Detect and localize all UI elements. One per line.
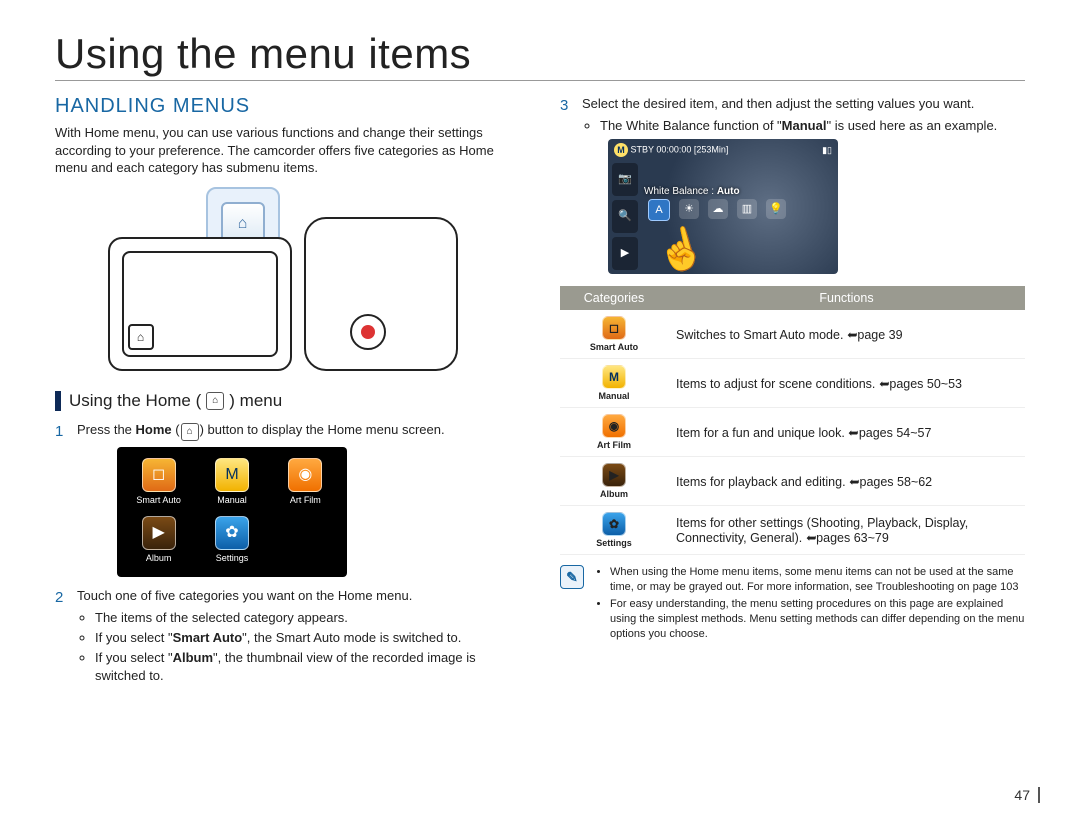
note-item: For easy understanding, the menu setting… [610, 597, 1025, 642]
camcorder-figure: ⌂ ⌂ [108, 187, 468, 377]
white-balance-screen: M STBY 00:00:00 [253Min] ▮▯ 📷 🔍 ▶ White … [608, 139, 838, 274]
art-film-icon: ◉ [602, 414, 626, 438]
bullet: If you select "Album", the thumbnail vie… [95, 649, 520, 685]
side-tab-zoom-icon: 🔍 [612, 200, 638, 233]
smart-auto-icon: ◻︎ [142, 458, 176, 492]
camcorder-body [304, 217, 458, 371]
table-row: ◉Art Film Item for a fun and unique look… [560, 408, 1025, 457]
note-item: When using the Home menu items, some men… [610, 565, 1025, 595]
manual-mode-badge: M [614, 143, 628, 157]
bullet: If you select "Smart Auto", the Smart Au… [95, 629, 520, 647]
camcorder-lcd: ⌂ [108, 237, 292, 371]
bullet: The White Balance function of "Manual" i… [600, 117, 1025, 135]
chapter-title: Using the menu items [55, 30, 1025, 81]
subsection-title: Using the Home (⌂) menu [55, 391, 520, 411]
table-header-categories: Categories [560, 286, 668, 310]
side-tab-play-icon: ▶ [612, 237, 638, 270]
page-number: 47 [1014, 787, 1040, 803]
step-3: 3 Select the desired item, and then adju… [560, 95, 1025, 274]
page-ref-arrow-icon: ➥ [849, 474, 859, 489]
settings-icon: ✿ [215, 516, 249, 550]
home-menu-item-art-film: ◉ Art Film [274, 457, 337, 509]
table-row: ◻︎Smart Auto Switches to Smart Auto mode… [560, 310, 1025, 359]
table-row: ▶Album Items for playback and editing. ➥… [560, 457, 1025, 506]
home-button-on-device: ⌂ [128, 324, 154, 350]
page-ref-arrow-icon: ➥ [847, 327, 857, 342]
album-icon: ▶ [142, 516, 176, 550]
page-ref-arrow-icon: ➥ [879, 376, 889, 391]
white-balance-label: White Balance : Auto [644, 185, 740, 199]
note-icon: ✎ [560, 565, 584, 589]
categories-table: Categories Functions ◻︎Smart Auto Switch… [560, 286, 1025, 555]
step-number: 3 [560, 95, 568, 116]
wb-option-fluorescent-icon: ▥ [737, 199, 757, 219]
step-number: 2 [55, 587, 63, 608]
record-button-icon [350, 314, 386, 350]
table-header-functions: Functions [668, 286, 1025, 310]
intro-text: With Home menu, you can use various func… [55, 124, 520, 177]
step-1: 1 Press the Home (⌂) button to display t… [55, 421, 520, 577]
smart-auto-icon: ◻︎ [602, 316, 626, 340]
table-row: ✿Settings Items for other settings (Shoo… [560, 506, 1025, 555]
home-menu-screen: ◻︎ Smart Auto M Manual ◉ Art Film ▶ [117, 447, 347, 577]
home-menu-item-manual: M Manual [200, 457, 263, 509]
home-icon: ⌂ [181, 423, 199, 441]
notes-box: ✎ When using the Home menu items, some m… [560, 565, 1025, 643]
home-menu-item-settings: ✿ Settings [200, 515, 263, 567]
art-film-icon: ◉ [288, 458, 322, 492]
table-row: MManual Items to adjust for scene condit… [560, 359, 1025, 408]
white-balance-options: A ☀ ☁ ▥ 💡 [648, 199, 786, 221]
settings-icon: ✿ [602, 512, 626, 536]
album-icon: ▶ [602, 463, 626, 487]
manual-icon: M [602, 365, 626, 389]
step-number: 1 [55, 421, 63, 442]
recording-status: STBY 00:00:00 [253Min] [631, 145, 729, 155]
touch-finger-icon: ☝ [650, 217, 713, 274]
wb-option-tungsten-icon: 💡 [766, 199, 786, 219]
home-icon: ⌂ [238, 215, 248, 233]
manual-icon: M [215, 458, 249, 492]
wb-option-cloudy-icon: ☁ [708, 199, 728, 219]
side-tab-camera-icon: 📷 [612, 163, 638, 196]
bullet: The items of the selected category appea… [95, 609, 520, 627]
page-ref-arrow-icon: ➥ [806, 530, 816, 545]
home-menu-item-smart-auto: ◻︎ Smart Auto [127, 457, 190, 509]
battery-icon: ▮▯ [822, 144, 832, 157]
home-menu-item-album: ▶ Album [127, 515, 190, 567]
page-ref-arrow-icon: ➥ [848, 425, 858, 440]
home-icon: ⌂ [206, 392, 224, 410]
section-title: HANDLING MENUS [55, 95, 520, 118]
wb-option-auto-icon: A [648, 199, 670, 221]
step-2: 2 Touch one of five categories you want … [55, 587, 520, 686]
